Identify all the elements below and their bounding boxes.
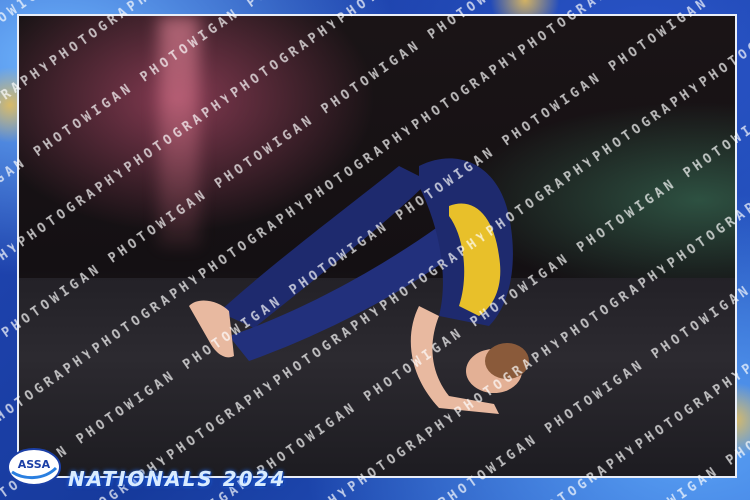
logo-badge-icon: ASSA bbox=[7, 448, 61, 486]
logo-text: ASSA bbox=[18, 458, 51, 471]
event-title: NATIONALS 2024 bbox=[68, 467, 287, 491]
assa-logo: ASSA bbox=[6, 446, 62, 488]
dancer-figure bbox=[189, 158, 529, 414]
stage-photo bbox=[17, 14, 737, 478]
